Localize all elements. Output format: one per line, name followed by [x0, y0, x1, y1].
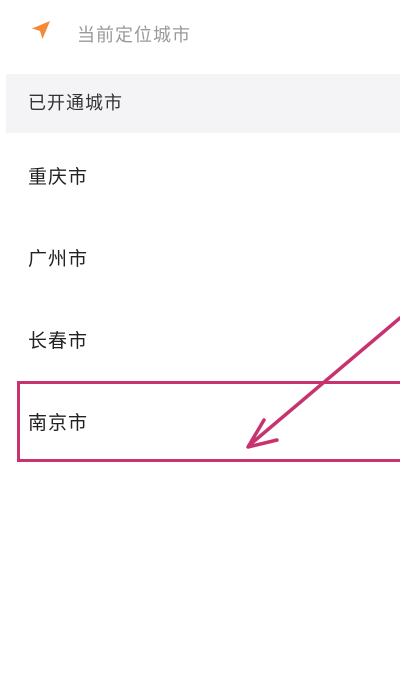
current-location-label: 当前定位城市 [77, 25, 191, 46]
city-label: 长春市 [28, 330, 89, 352]
city-item-chongqing[interactable]: 重庆市 [0, 136, 400, 218]
city-item-guangzhou[interactable]: 广州市 [0, 218, 400, 300]
city-label: 重庆市 [28, 166, 89, 188]
city-label: 广州市 [28, 248, 89, 270]
city-selection-screen: 当前定位城市 已开通城市 重庆市 广州市 长春市 南京市 [0, 0, 400, 675]
section-title: 已开通城市 [28, 93, 123, 114]
location-arrow-icon [32, 21, 50, 39]
city-item-changchun[interactable]: 长春市 [0, 300, 400, 382]
opened-cities-section-header: 已开通城市 [6, 74, 400, 133]
city-label: 南京市 [28, 412, 89, 434]
city-item-nanjing[interactable]: 南京市 [0, 382, 400, 464]
current-location-row[interactable]: 当前定位城市 [0, 0, 400, 74]
